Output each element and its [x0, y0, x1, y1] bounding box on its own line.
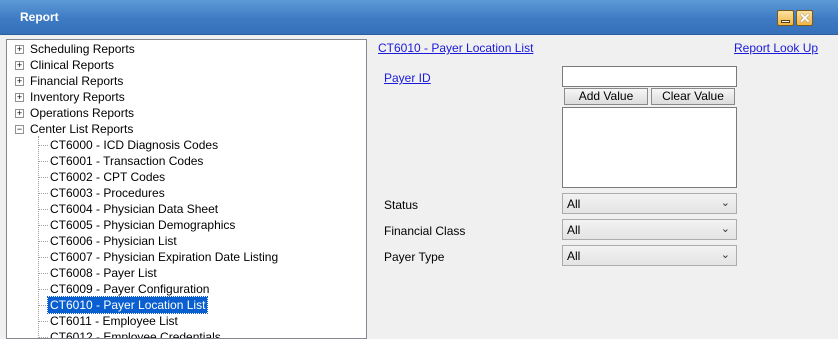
- tree-connector: [38, 209, 48, 210]
- tree-group-label: Center List Reports: [30, 122, 134, 136]
- report-tree[interactable]: + Scheduling Reports + Clinical Reports …: [6, 39, 367, 339]
- expand-icon[interactable]: +: [15, 45, 24, 54]
- tree-item-label: CT6005 - Physician Demographics: [50, 218, 236, 232]
- tree-group-label: Clinical Reports: [30, 58, 115, 72]
- financial-class-select[interactable]: All ⌄: [562, 219, 737, 240]
- tree-item-label: CT6001 - Transaction Codes: [50, 154, 204, 168]
- tree-group-label: Financial Reports: [30, 74, 124, 88]
- tree-connector: [38, 257, 48, 258]
- tree-item-label: CT6002 - CPT Codes: [50, 170, 166, 184]
- tree-connector: [38, 241, 48, 242]
- tree-item-label: CT6012 - Employee Credentials: [50, 330, 221, 339]
- tree-item-label: CT6007 - Physician Expiration Date Listi…: [50, 250, 279, 264]
- tree-connector: [38, 145, 48, 146]
- expand-icon[interactable]: +: [15, 77, 24, 86]
- tree-item-label: CT6010 - Payer Location List: [46, 296, 209, 314]
- tree-connector: [38, 305, 48, 306]
- report-lookup-link[interactable]: Report Look Up: [734, 41, 818, 55]
- window-title: Report: [20, 10, 59, 24]
- tree-item-label: CT6006 - Physician List: [50, 234, 177, 248]
- tree-connector: [38, 193, 48, 194]
- close-icon: ✕: [799, 10, 811, 26]
- tree-item-label: CT6011 - Employee List: [50, 314, 178, 328]
- tree-item-label: CT6009 - Payer Configuration: [50, 282, 210, 296]
- tree-group-label: Inventory Reports: [30, 90, 125, 104]
- expand-icon[interactable]: +: [15, 109, 24, 118]
- tree-item-label: CT6003 - Procedures: [50, 186, 165, 200]
- chevron-down-icon: ⌄: [720, 223, 730, 235]
- tree-connector: [38, 289, 48, 290]
- clear-value-button[interactable]: Clear Value: [651, 88, 735, 105]
- payer-type-label: Payer Type: [384, 250, 445, 264]
- tree-group-label: Operations Reports: [30, 106, 135, 120]
- chevron-down-icon: ⌄: [720, 197, 730, 209]
- payer-type-select[interactable]: All ⌄: [562, 245, 737, 266]
- tree-connector-line: [38, 136, 39, 338]
- tree-connector: [38, 225, 48, 226]
- payer-type-value: All: [567, 249, 581, 263]
- expand-icon[interactable]: +: [15, 61, 24, 70]
- payer-id-link[interactable]: Payer ID: [384, 71, 431, 85]
- add-value-button[interactable]: Add Value: [564, 88, 648, 105]
- tree-connector: [38, 177, 48, 178]
- tree-item-label: CT6004 - Physician Data Sheet: [50, 202, 219, 216]
- status-value: All: [567, 197, 581, 211]
- expand-icon[interactable]: +: [15, 93, 24, 102]
- report-title-link[interactable]: CT6010 - Payer Location List: [378, 41, 533, 55]
- status-select[interactable]: All ⌄: [562, 193, 737, 214]
- payer-id-listbox[interactable]: [562, 107, 737, 188]
- collapse-icon[interactable]: −: [15, 125, 24, 134]
- chevron-down-icon: ⌄: [720, 249, 730, 261]
- tree-connector: [38, 337, 48, 338]
- financial-class-value: All: [567, 223, 581, 237]
- tree-connector: [38, 273, 48, 274]
- minimize-button[interactable]: [777, 10, 794, 26]
- tree-connector: [38, 161, 48, 162]
- close-button[interactable]: ✕: [796, 10, 813, 26]
- status-label: Status: [384, 198, 419, 212]
- tree-group-label: Scheduling Reports: [30, 42, 135, 56]
- tree-item-label: CT6000 - ICD Diagnosis Codes: [50, 138, 219, 152]
- payer-id-input[interactable]: [562, 66, 737, 87]
- tree-connector: [38, 321, 48, 322]
- window-titlebar: Report ✕: [0, 0, 838, 35]
- financial-class-label: Financial Class: [384, 224, 466, 238]
- tree-item-label: CT6008 - Payer List: [50, 266, 157, 280]
